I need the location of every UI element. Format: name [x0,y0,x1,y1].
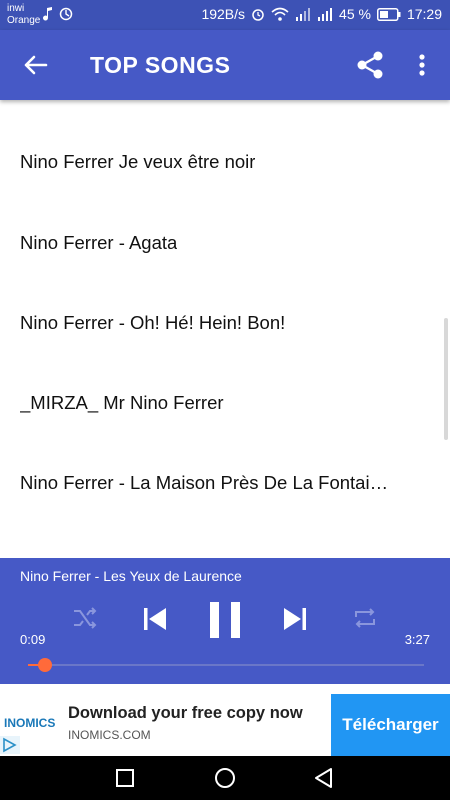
now-playing-title: Nino Ferrer - Les Yeux de Laurence [20,568,242,584]
alarm-icon [252,9,264,21]
list-item[interactable]: Nino Ferrer - Oh! Hé! Hein! Bon! [0,283,446,363]
previous-track-icon[interactable] [142,605,168,633]
battery-icon [376,7,401,21]
clock: 17:29 [406,6,442,22]
music-note-icon [43,7,52,21]
total-duration: 3:27 [404,632,430,647]
elapsed-time: 0:09 [20,632,46,647]
back-icon[interactable] [313,767,335,789]
seek-bar[interactable] [28,664,424,666]
carrier-info: inwi Orange [7,3,40,27]
system-nav-bar [0,756,450,800]
carrier-name-1: inwi [7,3,25,14]
song-title: Nino Ferrer - Agata [20,232,178,253]
back-arrow-icon[interactable] [18,50,52,80]
music-player: Nino Ferrer - Les Yeux de Laurence 0:09 … [0,558,450,684]
carrier-name-2: Orange [7,15,41,26]
shuffle-icon[interactable] [72,606,98,630]
song-title: Nino Ferrer Je veux être noir [20,151,256,172]
seek-thumb[interactable] [38,658,53,672]
song-title: _MIRZA_ Mr Nino Ferrer [20,392,224,413]
pause-icon[interactable] [208,601,242,639]
list-item[interactable]: _MIRZA_ Mr Nino Ferrer [0,363,446,443]
song-title: Nino Ferrer - La Maison Près De La Fonta… [20,472,390,493]
more-options-icon[interactable] [410,50,434,80]
download-button[interactable]: Télécharger [331,694,450,756]
sync-icon [59,7,73,21]
song-title: Nino Ferrer - Oh! Hé! Hein! Bon! [20,312,286,333]
next-track-icon[interactable] [282,605,308,633]
ad-choices-icon[interactable] [0,736,20,754]
ad-title[interactable]: Download your free copy now [68,704,303,723]
signal-icon-1 [296,8,311,21]
ad-banner[interactable]: INOMICS Download your free copy now INOM… [0,694,450,756]
page-title: TOP SONGS [90,52,231,78]
recent-apps-icon[interactable] [115,768,135,788]
status-bar: inwi Orange 192B/s 45 % 17:29 [0,0,450,30]
battery-percent: 45 % [339,6,371,22]
ad-brand: INOMICS [4,716,56,730]
list-item[interactable]: Nino Ferrer - La Maison Près De La Fonta… [0,443,446,523]
repeat-icon[interactable] [352,606,378,630]
signal-icon-2 [318,8,333,21]
share-icon[interactable] [354,49,386,81]
wifi-icon [271,7,289,21]
song-list: Nino Ferrer Je veux être noir Nino Ferre… [0,100,450,558]
scrollbar[interactable] [444,318,448,440]
home-icon[interactable] [213,767,237,789]
list-item[interactable]: Nino Ferrer Je veux être noir [0,122,446,202]
app-bar: TOP SONGS [0,30,450,100]
network-speed: 192B/s [201,6,246,22]
list-item[interactable]: Nino Ferrer - Agata [0,203,446,283]
ad-domain: INOMICS.COM [68,728,151,742]
